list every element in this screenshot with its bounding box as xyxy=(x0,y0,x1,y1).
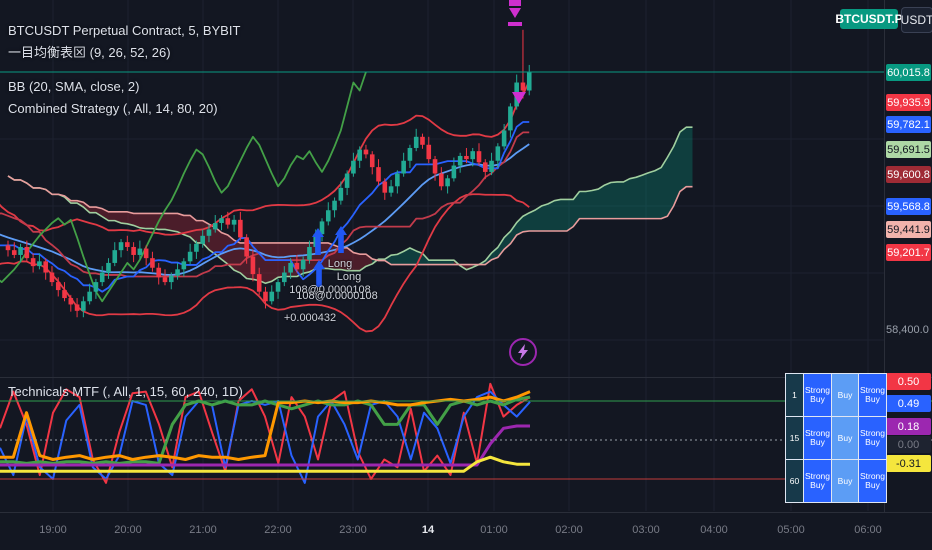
trade-annotation-text: Long xyxy=(336,271,362,283)
legend-ichimoku[interactable]: 一目均衡表⊠ (9, 26, 52, 26) xyxy=(8,42,240,64)
technicals-signals-table: 1 Strong Buy Buy Strong Buy 15 Strong Buy Buy S… xyxy=(785,373,887,503)
price-label-badge: 0.50 xyxy=(886,373,931,390)
timeframe-cell: 15 xyxy=(785,416,804,460)
price-axis-tick-label: 58,400.0 xyxy=(886,324,929,336)
price-label-badge: 0.49 xyxy=(886,395,931,412)
legend-symbol[interactable]: BTCUSDT Perpetual Contract, 5, BYBIT xyxy=(8,20,240,42)
bb-basis-line xyxy=(0,143,530,276)
signal-cell: Buy xyxy=(831,373,859,417)
sell-triangle-icon xyxy=(512,92,526,104)
ichimoku-cloud-bearish xyxy=(58,194,373,284)
time-axis-tick-label: 23:00 xyxy=(339,524,367,536)
time-axis-border xyxy=(0,512,932,513)
time-axis-tick-label: 01:00 xyxy=(480,524,508,536)
time-axis-tick-label: 04:00 xyxy=(700,524,728,536)
signal-cell: Strong Buy xyxy=(858,373,887,417)
symbol-badge[interactable]: BTCUSDT.P xyxy=(835,9,903,29)
time-axis-tick-label: 19:00 xyxy=(39,524,67,536)
signal-cell: Buy xyxy=(831,416,859,460)
currency-unit-button[interactable]: USDT xyxy=(901,7,932,33)
price-label-badge: 59,568.8 xyxy=(886,198,931,215)
price-label-badge: 59,201.7 xyxy=(886,244,931,261)
timeframe-cell: 1 xyxy=(785,373,804,417)
signals-table-row: 15 Strong Buy Buy Strong Buy xyxy=(785,416,887,460)
price-label-badge: -0.31 xyxy=(886,455,931,472)
time-axis-tick-label: 05:00 xyxy=(777,524,805,536)
chart-legend: BTCUSDT Perpetual Contract, 5, BYBIT 一目均… xyxy=(8,20,240,120)
legend-combined-strategy[interactable]: Combined Strategy (, All, 14, 80, 20) xyxy=(8,98,240,120)
price-label-badge: 59,935.9 xyxy=(886,94,931,111)
signals-table-row: 60 Strong Buy Buy Strong Buy xyxy=(785,459,887,503)
tradingview-chart-window: BTCUSDT Perpetual Contract, 5, BYBIT 一目均… xyxy=(0,0,932,550)
price-label-badge: 59,691.5 xyxy=(886,141,931,158)
signal-cell: Strong Buy xyxy=(803,459,832,503)
signal-cell: Buy xyxy=(831,459,859,503)
trade-annotation-text: +0.000432 xyxy=(283,312,337,324)
lower-panel-legend[interactable]: Technicals MTF (, All, 1, 15, 60, 240, 1… xyxy=(8,384,243,399)
price-label-badge: 59,782.1 xyxy=(886,116,931,133)
ichimoku-cloud-bullish xyxy=(372,247,454,265)
time-axis-tick-label: 03:00 xyxy=(632,524,660,536)
price-label-badge: 60,015.8 xyxy=(886,64,931,81)
time-axis-tick-label: 14 xyxy=(421,524,435,536)
time-axis-tick-label: 20:00 xyxy=(114,524,142,536)
signals-table-row: 1 Strong Buy Buy Strong Buy xyxy=(785,373,887,417)
signal-cell: Strong Buy xyxy=(858,416,887,460)
time-axis-tick-label: 02:00 xyxy=(555,524,583,536)
timeframe-cell: 60 xyxy=(785,459,804,503)
trade-annotation-text: Long xyxy=(327,258,353,270)
legend-bollinger[interactable]: BB (20, SMA, close, 2) xyxy=(8,76,240,98)
trade-annotation-text: 108@0.0000108 xyxy=(296,290,378,302)
price-label-badge: 0.18 xyxy=(886,418,931,435)
ichimoku-cloud-bullish xyxy=(8,175,59,195)
price-label-badge: 59,441.9 xyxy=(886,221,931,238)
time-axis-tick-label: 06:00 xyxy=(854,524,882,536)
quick-trade-lightning-button[interactable] xyxy=(509,338,537,366)
signal-cell: Strong Buy xyxy=(803,373,832,417)
price-label-badge: 0.00 xyxy=(886,436,931,453)
price-label-badge: 59,600.8 xyxy=(886,166,931,183)
signal-cell: Strong Buy xyxy=(858,459,887,503)
sell-short-arrow-icon xyxy=(509,0,521,18)
osc-series-tf-1D xyxy=(0,424,530,467)
signal-cell: Strong Buy xyxy=(803,416,832,460)
time-axis-tick-label: 21:00 xyxy=(189,524,217,536)
time-axis-tick-label: 22:00 xyxy=(264,524,292,536)
